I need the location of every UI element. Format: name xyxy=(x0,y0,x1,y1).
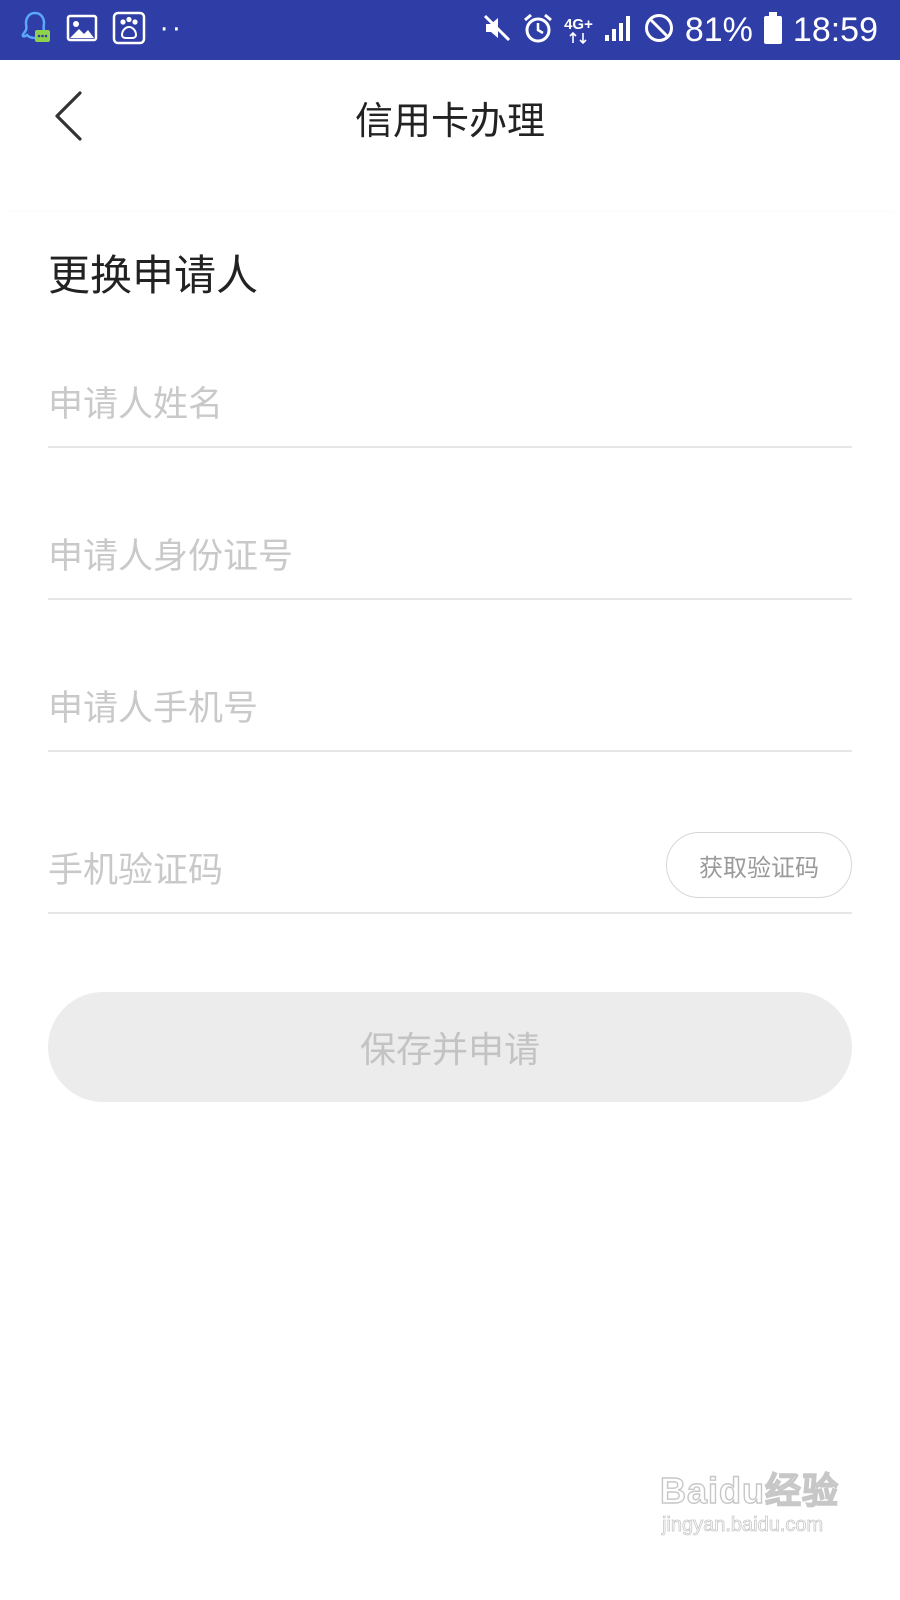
signal-strength-icon xyxy=(603,13,633,47)
notification-icons: ·· xyxy=(18,10,199,50)
navigation-bar: 信用卡办理 xyxy=(0,60,900,210)
more-notifications-indicator: ·· xyxy=(160,15,185,45)
baidu-app-icon xyxy=(112,11,146,49)
watermark-logo: Baidu经验 xyxy=(659,1469,840,1511)
network-type-indicator: 4G+ xyxy=(564,17,593,44)
verification-code-input[interactable] xyxy=(48,832,628,910)
clock: 18:59 xyxy=(792,10,878,49)
battery-icon xyxy=(763,11,783,49)
applicant-name-input[interactable] xyxy=(48,366,852,444)
phone-field xyxy=(48,670,852,752)
save-and-apply-button[interactable]: 保存并申请 xyxy=(48,992,852,1102)
get-code-button[interactable]: 获取验证码 xyxy=(666,832,852,898)
alarm-icon xyxy=(522,12,554,48)
gallery-icon xyxy=(66,13,98,47)
verification-code-field: 获取验证码 xyxy=(48,832,852,914)
page-title: 信用卡办理 xyxy=(354,99,545,143)
do-not-disturb-icon xyxy=(643,12,675,48)
status-bar: ·· 4G+ 81% 18:59 xyxy=(0,0,900,60)
watermark-url: jingyan.baidu.com xyxy=(662,1514,824,1537)
id-number-field xyxy=(48,518,852,600)
qq-notification-icon xyxy=(18,10,52,50)
name-field xyxy=(48,366,852,448)
battery-percentage: 81% xyxy=(684,10,753,49)
baidu-jingyan-watermark: Baidu经验 jingyan.baidu.com xyxy=(659,1462,850,1552)
section-title: 更换申请人 xyxy=(48,251,259,300)
system-status: 4G+ 81% 18:59 xyxy=(472,10,878,50)
applicant-id-input[interactable] xyxy=(48,518,852,596)
mute-icon xyxy=(482,13,512,47)
applicant-phone-input[interactable] xyxy=(48,670,852,748)
